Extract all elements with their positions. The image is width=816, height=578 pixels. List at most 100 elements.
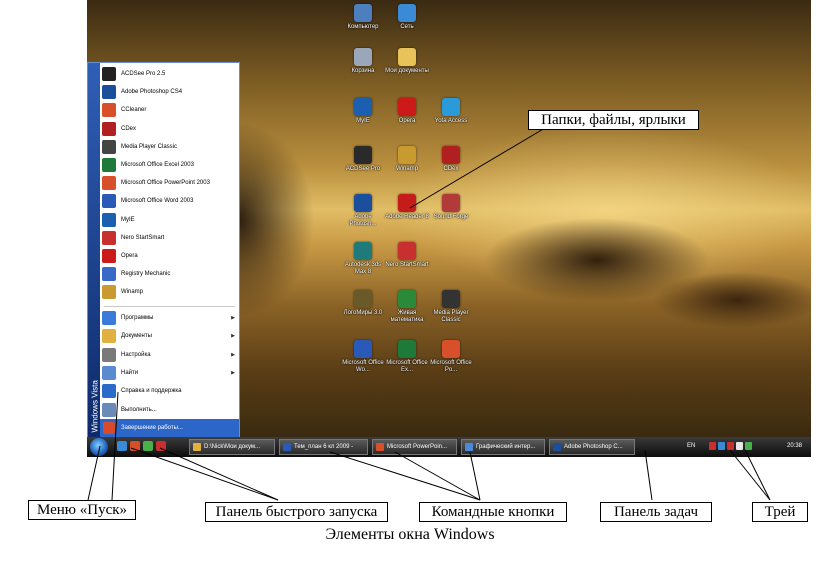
start-menu-item-label: Registry Mechanic (121, 271, 171, 278)
task-button[interactable]: Adobe Photoshop C... (549, 439, 635, 455)
start-button[interactable] (90, 438, 108, 456)
start-menu-item-label: Microsoft Office Word 2003 (121, 198, 194, 205)
desktop-icon-image (398, 242, 416, 260)
desktop-icon-image (354, 242, 372, 260)
start-menu-item[interactable]: Программы ▶ (100, 309, 239, 327)
program-icon (102, 267, 116, 282)
program-icon (102, 249, 116, 263)
desktop-icon-label: Adobe Reader 8 (385, 214, 429, 220)
quick-launch-icon[interactable] (143, 441, 153, 451)
start-menu-item[interactable]: Microsoft Office PowerPoint 2003 (100, 174, 239, 192)
start-menu-item[interactable]: MyIE (100, 211, 239, 229)
start-menu-item[interactable]: Winamp (100, 283, 239, 301)
tray-icon[interactable] (727, 442, 734, 450)
tray-icon[interactable] (745, 442, 752, 450)
clock[interactable]: 20:38 (787, 443, 802, 449)
task-button-icon (553, 443, 561, 451)
desktop-icon[interactable]: Adobe Reader 8 (385, 194, 429, 221)
desktop-icon-label: Yota Access (434, 118, 468, 124)
desktop-icon-label: Adobe Photosh... (349, 214, 377, 227)
start-menu-item[interactable]: Microsoft Office Word 2003 (100, 192, 239, 210)
language-indicator[interactable]: EN (687, 443, 695, 449)
desktop-icon[interactable]: Microsoft Office Wo... (341, 340, 385, 374)
start-menu-item[interactable]: ACDSee Pro 2.5 (100, 65, 239, 83)
quick-launch-bar (117, 441, 166, 453)
task-button-icon (193, 443, 201, 451)
start-menu-item[interactable]: Документы ▶ (100, 327, 239, 345)
program-icon (102, 176, 116, 191)
tray-icon[interactable] (736, 442, 743, 450)
start-menu-item-label: Справка и поддержка (121, 388, 182, 395)
desktop-icon[interactable]: Сеть (385, 4, 429, 31)
desktop-icon[interactable]: Живая математика (385, 290, 429, 324)
desktop-icon[interactable]: Yota Access (429, 98, 473, 125)
desktop-icon[interactable]: Microsoft Office Po... (429, 340, 473, 374)
desktop-icon[interactable]: Opera (385, 98, 429, 125)
submenu-arrow-icon: ▶ (231, 351, 235, 358)
desktop-icon[interactable]: MyIE (341, 98, 385, 125)
task-button[interactable]: Графический интер... (461, 439, 545, 455)
desktop-icon-label: Microsoft Office Ex... (386, 360, 428, 373)
program-icon (102, 121, 116, 136)
start-menu-item-label: Winamp (121, 289, 144, 296)
desktop-icon-image (398, 4, 416, 22)
desktop-icon[interactable]: Media Player Classic (429, 290, 473, 324)
start-menu-item[interactable]: Media Player Classic (100, 138, 239, 156)
start-menu-item[interactable]: CDex (100, 120, 239, 138)
desktop-icon[interactable]: Microsoft Office Ex... (385, 340, 429, 374)
desktop-icon[interactable]: Мои документы (385, 48, 429, 75)
quick-launch-icon[interactable] (117, 441, 127, 451)
desktop-icon[interactable]: Adobe Photosh... (341, 194, 385, 228)
desktop-icon[interactable]: Autodesk 3ds Max 8 (341, 242, 385, 276)
desktop-icon-label: CDex (443, 166, 459, 172)
desktop-icon[interactable]: CDex (429, 146, 473, 173)
desktop-icon[interactable]: Sound Forge (429, 194, 473, 221)
task-button[interactable]: D:\Nick\Мои докум... (189, 439, 275, 455)
start-menu-item-label: CCleaner (121, 107, 147, 114)
pointer-line-command-2 (394, 451, 481, 501)
start-menu-item[interactable]: Настройка ▶ (100, 346, 239, 364)
start-menu-item-label: Документы (121, 333, 152, 340)
desktop-screenshot: Компьютер Сеть Корзина Мои документы MyIE Ope… (87, 0, 811, 457)
start-menu-item[interactable]: Найти ▶ (100, 364, 239, 382)
start-menu-separator (104, 306, 235, 307)
desktop-icon[interactable]: Компьютер (341, 4, 385, 31)
start-menu-item[interactable]: Справка и поддержка (100, 382, 239, 400)
desktop-icon[interactable]: Корзина (341, 48, 385, 75)
desktop-icon-image (398, 340, 416, 358)
desktop-icon-image (442, 146, 460, 164)
start-menu-item[interactable]: Microsoft Office Excel 2003 (100, 156, 239, 174)
quick-launch-icon[interactable] (130, 441, 140, 451)
quick-launch-icon[interactable] (156, 441, 166, 451)
desktop-icon[interactable]: ACDSee Pro (341, 146, 385, 173)
shutdown-button[interactable]: Завершение работы... (100, 419, 239, 437)
program-icon (102, 103, 116, 118)
start-menu-item[interactable]: Выполнить... (100, 401, 239, 419)
desktop-icon[interactable]: Winamp (385, 146, 429, 173)
desktop-icon[interactable]: Nero StartSmart (385, 242, 429, 269)
program-icon (102, 139, 116, 154)
desktop-icon[interactable]: ЛогоМиры 3.0 (341, 290, 385, 317)
label-start-menu: Меню «Пуск» (28, 500, 136, 520)
start-menu-item[interactable]: Opera (100, 247, 239, 265)
program-icon (102, 158, 116, 172)
tray-icon[interactable] (709, 442, 716, 450)
desktop-icon-image (354, 146, 372, 164)
desktop-icon-label: Корзина (351, 68, 375, 74)
start-menu-item[interactable]: Registry Mechanic (100, 265, 239, 283)
desktop-icon-image (354, 98, 372, 116)
program-icon (102, 365, 116, 380)
start-menu-item[interactable]: Adobe Photoshop CS4 (100, 83, 239, 101)
task-button-label: Тем_план 6 кл 2009 - (294, 444, 354, 450)
task-button[interactable]: Тем_план 6 кл 2009 - (279, 439, 368, 455)
label-tray: Трей (752, 502, 808, 522)
task-button[interactable]: Microsoft PowerPoin... (372, 439, 457, 455)
pointer-line-tray-1 (729, 449, 771, 501)
start-menu-item[interactable]: CCleaner (100, 101, 239, 119)
start-menu: Windows Vista ACDSee Pro 2.5 Adobe Photos… (87, 62, 240, 438)
program-icon (102, 311, 116, 325)
pointer-line-tray-2 (744, 449, 771, 501)
tray-icon[interactable] (718, 442, 725, 450)
desktop-icon-image (442, 98, 460, 116)
start-menu-item[interactable]: Nero StartSmart (100, 229, 239, 247)
